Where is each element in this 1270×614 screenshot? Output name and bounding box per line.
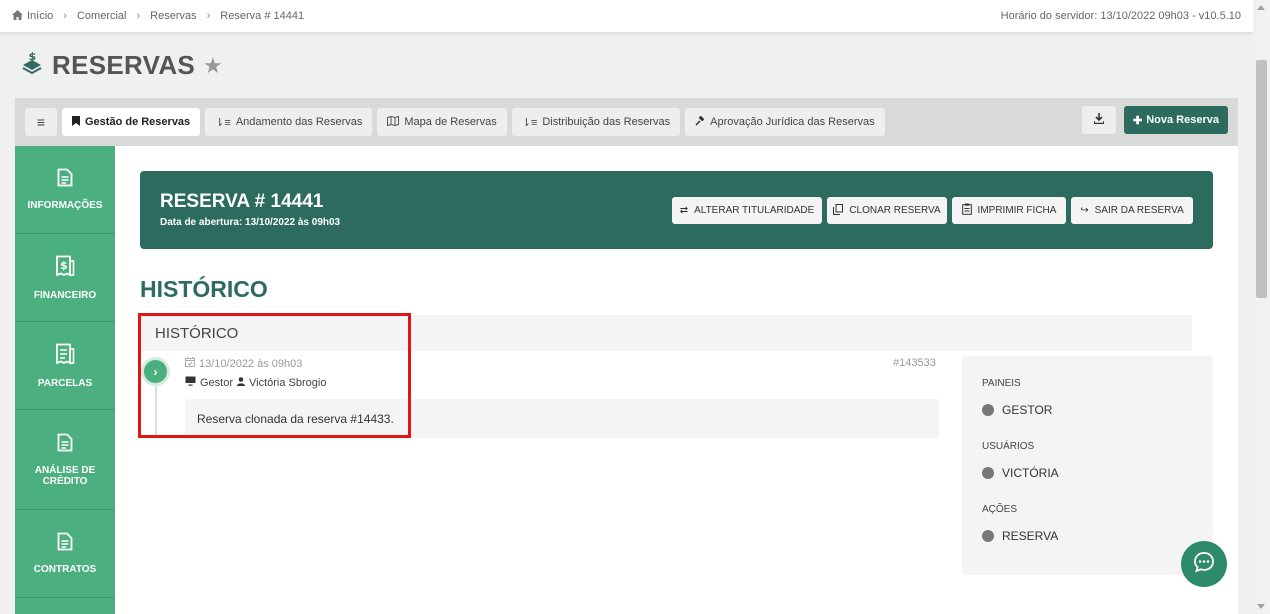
plus-icon: ✚ xyxy=(1133,114,1143,127)
swap-arrows-icon: ⇄ xyxy=(679,205,689,216)
scroll-up-arrow-icon[interactable] xyxy=(1257,5,1265,10)
sidebar-item-label: PARCELAS xyxy=(37,377,93,389)
gavel-icon xyxy=(695,115,705,129)
tab-andamento-das-reservas[interactable]: ⇂≡ Andamento das Reservas xyxy=(205,108,373,136)
usuarios-label: USUÁRIOS xyxy=(982,441,1035,452)
alterar-titularidade-button[interactable]: ⇄ ALTERAR TITULARIDADE xyxy=(672,197,822,224)
document-icon xyxy=(57,433,73,455)
chat-button[interactable] xyxy=(1181,541,1227,587)
nova-reserva-button[interactable]: ✚ Nova Reserva xyxy=(1124,106,1228,134)
imprimir-ficha-button[interactable]: IMPRIMIR FICHA xyxy=(952,197,1066,224)
bookmark-icon xyxy=(72,115,80,129)
page-scrollbar[interactable] xyxy=(1253,0,1270,614)
breadcrumb-inicio[interactable]: Início xyxy=(27,10,53,22)
tab-label: Distribuição das Reservas xyxy=(542,116,671,128)
sidebar-item-parcelas[interactable]: PARCELAS xyxy=(15,322,115,410)
sort-icon: ⇂≡ xyxy=(521,116,538,129)
sidebar-item-informacoes[interactable]: INFORMAÇÕES xyxy=(15,146,115,234)
sort-icon: ⇂≡ xyxy=(215,116,231,129)
money-stack-icon: $ xyxy=(20,50,44,80)
menu-icon: ≡ xyxy=(36,114,46,130)
breadcrumb-reservas[interactable]: Reservas xyxy=(150,10,196,22)
chevron-right-icon: › xyxy=(206,10,211,22)
home-icon[interactable] xyxy=(12,9,23,23)
download-icon xyxy=(1093,111,1105,129)
tab-bar: ≡ Gestão de Reservas ⇂≡ Andamento das Re… xyxy=(15,98,1238,146)
clonar-reserva-button[interactable]: CLONAR RESERVA xyxy=(827,197,947,224)
document-icon xyxy=(57,168,73,190)
hamburger-menu-button[interactable]: ≡ xyxy=(25,108,57,136)
breadcrumb-current: Reserva # 14441 xyxy=(220,10,305,22)
paineis-label: PAINEIS xyxy=(982,378,1021,389)
highlight-box xyxy=(138,313,411,438)
tab-gestao-de-reservas[interactable]: Gestão de Reservas xyxy=(62,108,201,136)
button-label: CLONAR RESERVA xyxy=(849,205,941,216)
filter-victoria[interactable]: VICTÓRIA xyxy=(982,466,1059,480)
reserva-banner: RESERVA # 14441 Data de abertura: 13/10/… xyxy=(140,171,1213,249)
svg-text:$: $ xyxy=(29,51,37,63)
sair-da-reserva-button[interactable]: ↪ SAIR DA RESERVA xyxy=(1071,197,1193,224)
button-label: ALTERAR TITULARIDADE xyxy=(694,205,815,216)
document-icon xyxy=(57,532,73,554)
top-bar: Início › Comercial › Reservas › Reserva … xyxy=(0,0,1253,32)
radio-dot-icon xyxy=(982,404,994,416)
sidebar-item-label: CONTRATOS xyxy=(33,564,97,575)
tab-label: Aprovação Jurídica das Reservas xyxy=(710,116,875,128)
filter-gestor[interactable]: GESTOR xyxy=(982,403,1052,417)
filter-label: VICTÓRIA xyxy=(1002,466,1059,480)
filters-panel: PAINEIS GESTOR USUÁRIOS VICTÓRIA AÇÕES R… xyxy=(962,356,1213,575)
clipboard-icon xyxy=(961,203,972,218)
breadcrumb-comercial[interactable]: Comercial xyxy=(77,10,127,22)
tab-aprovacao-juridica[interactable]: Aprovação Jurídica das Reservas xyxy=(685,108,885,136)
page-title: RESERVAS xyxy=(52,50,196,80)
reserva-opening-date: Data de abertura: 13/10/2022 às 09h03 xyxy=(160,217,341,228)
entry-id: #143533 xyxy=(893,357,936,369)
share-arrow-icon: ↪ xyxy=(1080,205,1089,216)
nova-reserva-label: Nova Reserva xyxy=(1146,114,1219,126)
filter-reserva[interactable]: RESERVA xyxy=(982,529,1058,543)
sidebar-item-label: INFORMAÇÕES xyxy=(27,200,103,211)
filter-label: RESERVA xyxy=(1002,529,1059,543)
sidebar-item-analise-de-credito[interactable]: ANÁLISE DE CRÉDITO xyxy=(15,410,115,510)
scroll-thumb[interactable] xyxy=(1256,60,1267,298)
tab-label: Gestão de Reservas xyxy=(85,116,191,128)
chevron-right-icon: › xyxy=(63,10,67,22)
sidebar-item-contratos[interactable]: CONTRATOS xyxy=(15,510,115,598)
server-time: Horário do servidor: 13/10/2022 09h03 - … xyxy=(1000,10,1241,22)
sidebar-item-financeiro[interactable]: $ FINANCEIRO xyxy=(15,234,115,322)
acoes-label: AÇÕES xyxy=(982,504,1018,515)
svg-text:$: $ xyxy=(60,259,68,272)
radio-dot-icon xyxy=(982,530,994,542)
sidebar-item-label: ANÁLISE DE CRÉDITO xyxy=(34,464,96,487)
tab-mapa-de-reservas[interactable]: Mapa de Reservas xyxy=(377,108,507,136)
sidebar-item-label: FINANCEIRO xyxy=(33,289,97,301)
page-header: $ RESERVAS ★ xyxy=(20,50,223,81)
filter-label: GESTOR xyxy=(1002,403,1053,417)
historico-section-title: HISTÓRICO xyxy=(140,276,268,302)
chevron-right-icon: › xyxy=(136,10,141,22)
sidebar: INFORMAÇÕES $ FINANCEIRO PARCELAS ANÁLIS… xyxy=(15,146,115,614)
button-label: IMPRIMIR FICHA xyxy=(977,205,1057,216)
download-button[interactable] xyxy=(1082,106,1116,134)
breadcrumb: Início › Comercial › Reservas › Reserva … xyxy=(12,9,305,23)
tab-label: Mapa de Reservas xyxy=(404,116,497,128)
map-icon xyxy=(387,115,400,129)
scroll-down-arrow-icon[interactable] xyxy=(1257,604,1265,609)
radio-dot-icon xyxy=(982,467,994,479)
tab-distribuicao-das-reservas[interactable]: ⇂≡ Distribuição das Reservas xyxy=(511,108,681,136)
receipt-list-icon xyxy=(55,343,75,368)
tab-label: Andamento das Reservas xyxy=(235,116,363,128)
reserva-title: RESERVA # 14441 xyxy=(160,191,324,212)
favorite-star-icon[interactable]: ★ xyxy=(203,53,223,79)
chat-bubble-icon xyxy=(1193,551,1215,578)
copy-icon xyxy=(833,203,844,218)
money-receipt-icon: $ xyxy=(55,255,75,280)
button-label: SAIR DA RESERVA xyxy=(1094,205,1184,216)
